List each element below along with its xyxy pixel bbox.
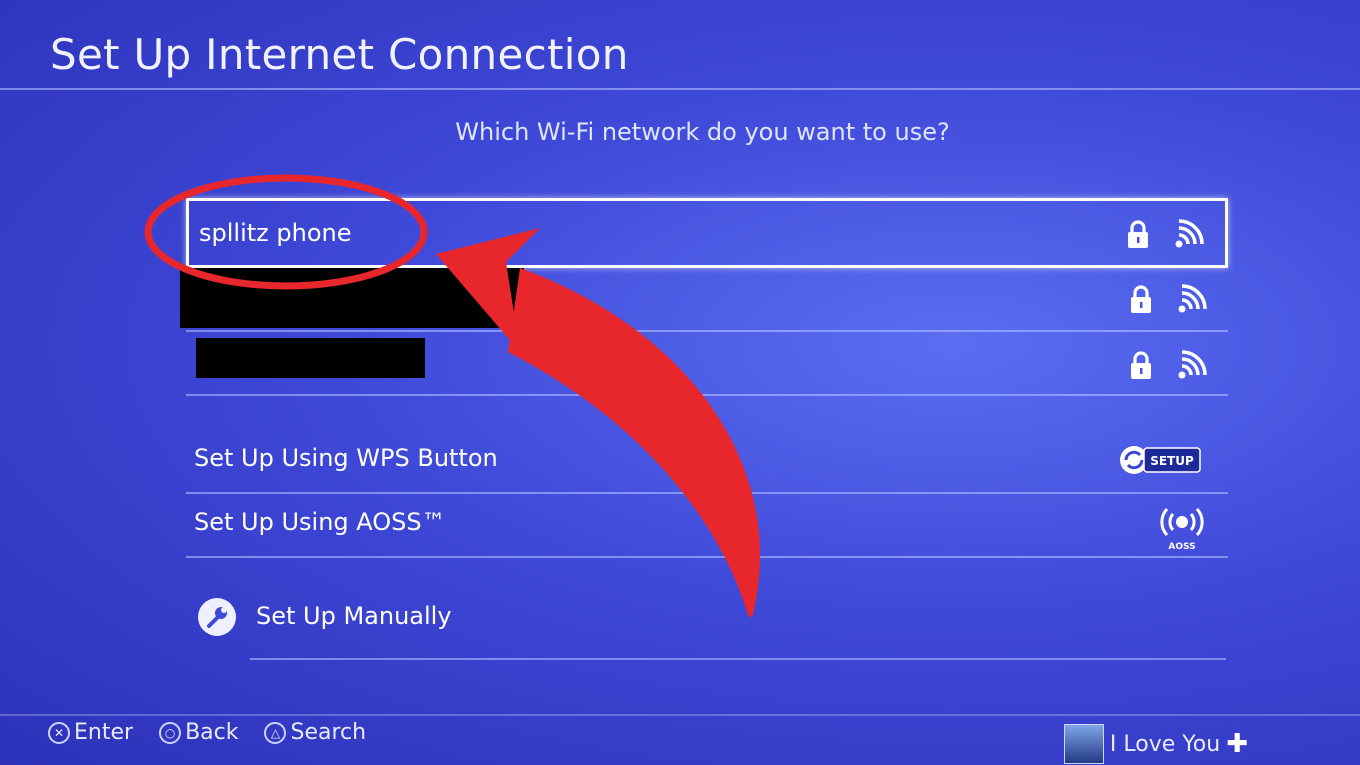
controller-hints: ✕ Enter ○ Back △ Search — [48, 720, 366, 745]
lock-icon — [1131, 351, 1151, 379]
wrench-icon — [198, 598, 236, 636]
network-row-spllitz-phone[interactable]: spllitz phone — [186, 198, 1228, 268]
wps-setup-label: Set Up Using WPS Button — [194, 444, 498, 472]
title-divider — [0, 88, 1360, 90]
aoss-setup-option[interactable]: Set Up Using AOSS™ AOSS — [186, 494, 1228, 558]
network-question: Which Wi-Fi network do you want to use? — [455, 118, 950, 146]
wps-setup-option[interactable]: Set Up Using WPS Button SETUP — [186, 430, 1228, 494]
redaction-box — [180, 268, 524, 328]
wifi-signal-icon — [1178, 284, 1207, 313]
enter-label: Enter — [74, 720, 134, 745]
wps-setup-icon: SETUP — [1120, 446, 1201, 474]
back-hint[interactable]: ○ Back — [159, 720, 238, 745]
aoss-setup-label: Set Up Using AOSS™ — [194, 508, 446, 536]
wps-badge-text: SETUP — [1150, 454, 1194, 468]
back-label: Back — [185, 720, 239, 745]
lock-icon — [1131, 285, 1151, 313]
manual-setup-label[interactable]: Set Up Manually — [256, 602, 452, 630]
lock-icon — [1128, 220, 1148, 248]
user-profile: I Love You ✚ — [1063, 724, 1248, 764]
triangle-button-icon: △ — [264, 721, 287, 744]
redaction-box — [196, 338, 425, 378]
cross-button-icon: ✕ — [48, 721, 70, 744]
search-label: Search — [290, 720, 367, 745]
page-title: Set Up Internet Connection — [50, 30, 629, 79]
search-hint[interactable]: △ Search — [264, 720, 366, 745]
enter-hint[interactable]: ✕ Enter — [48, 720, 133, 745]
circle-button-icon: ○ — [159, 721, 182, 744]
avatar — [1063, 724, 1104, 764]
user-name: I Love You — [1109, 731, 1221, 757]
plus-icon: ✚ — [1226, 729, 1248, 759]
wifi-signal-icon — [1178, 350, 1207, 379]
aoss-icon: AOSS — [1160, 507, 1204, 552]
aoss-badge-text: AOSS — [1168, 542, 1195, 552]
wifi-signal-icon — [1175, 219, 1204, 248]
footer-divider — [0, 714, 1360, 716]
network-name: spllitz phone — [199, 219, 352, 247]
